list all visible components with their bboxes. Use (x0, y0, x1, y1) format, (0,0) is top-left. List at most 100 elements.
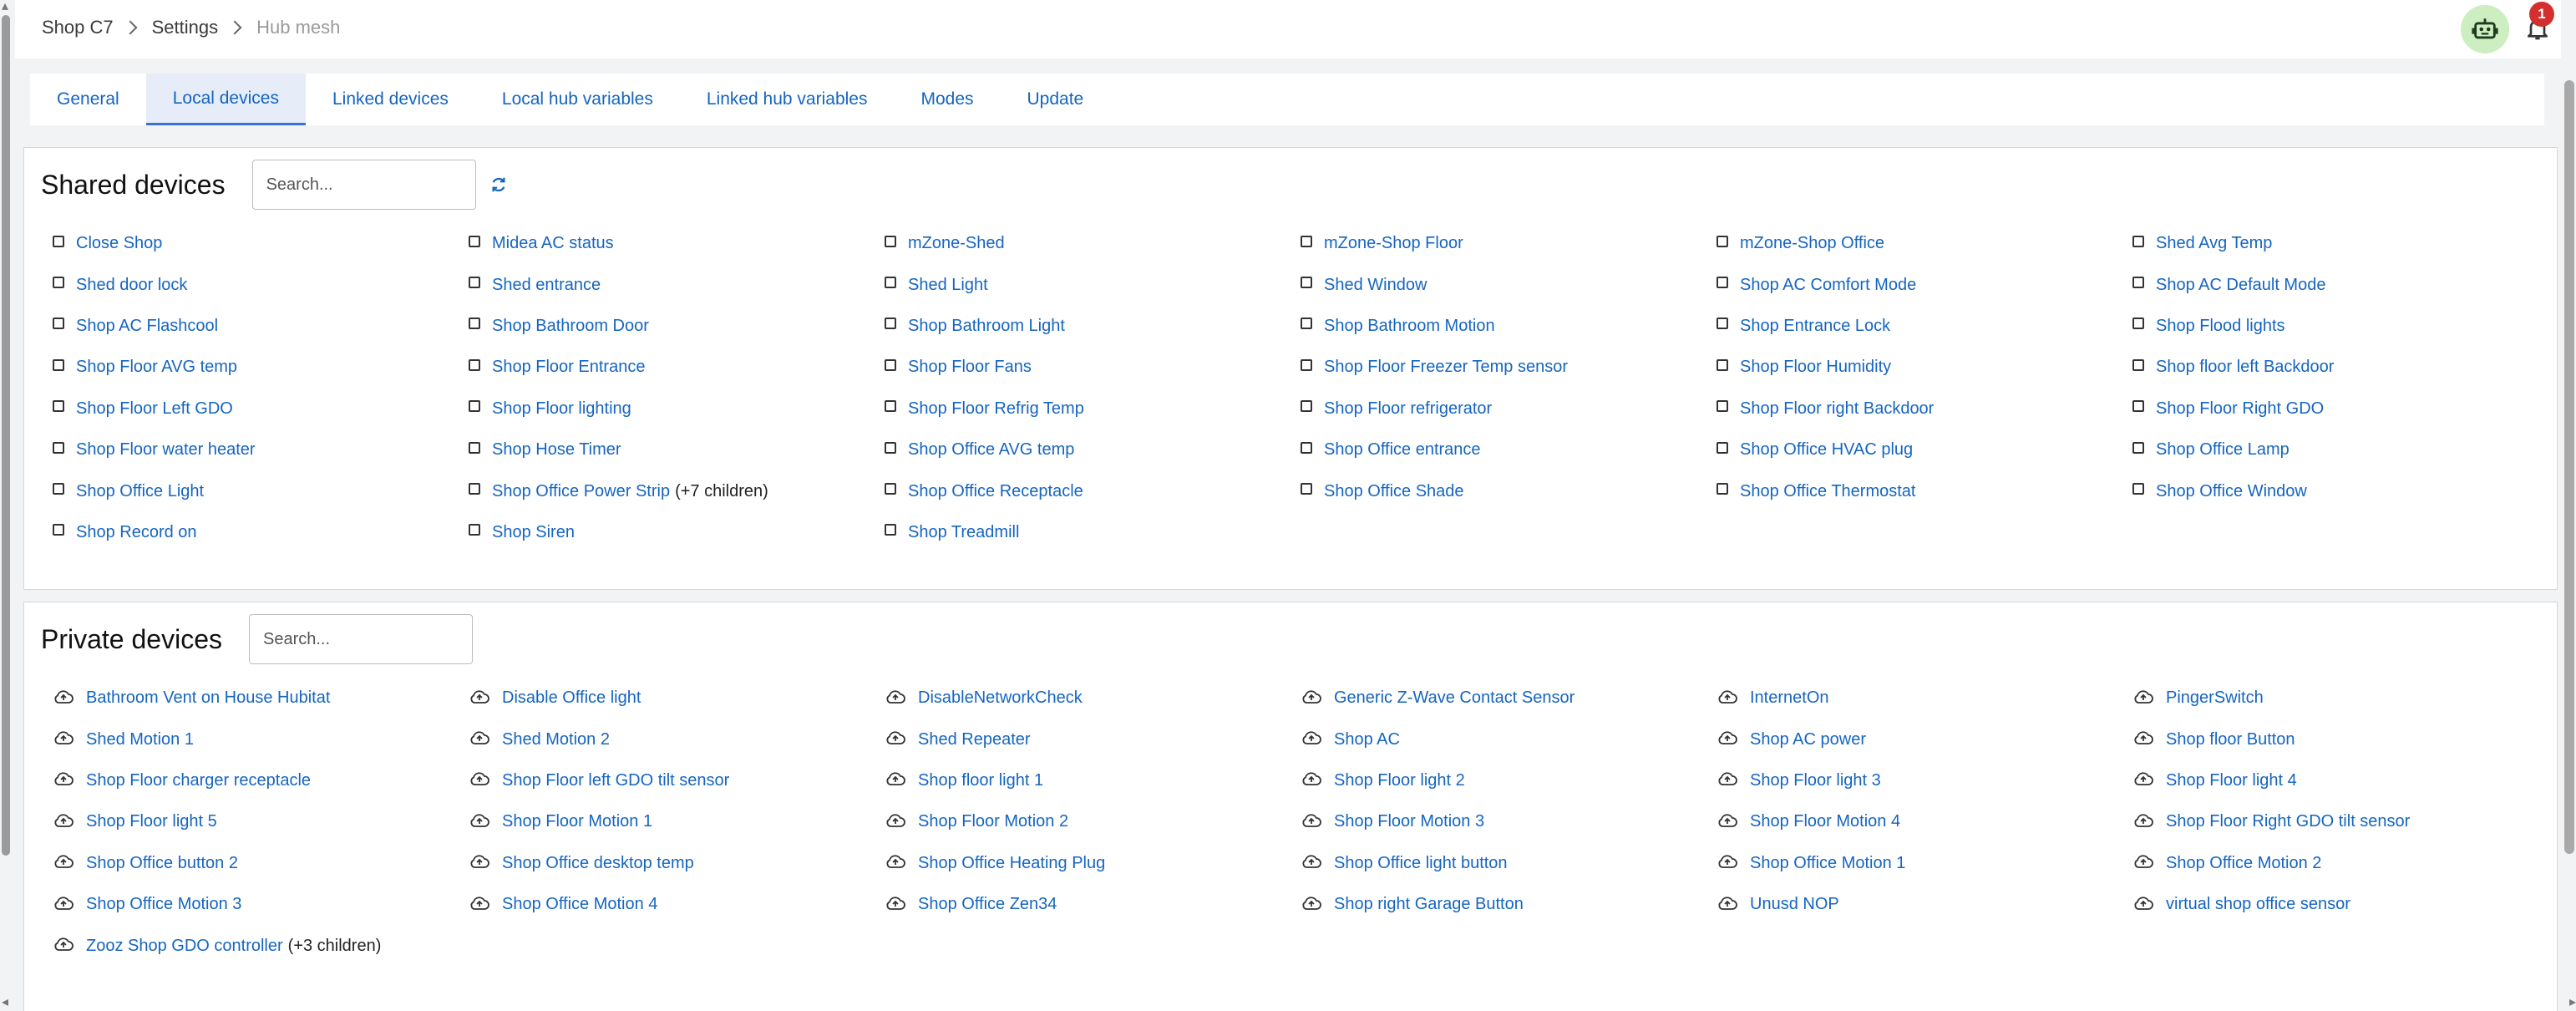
device-link[interactable]: Shop Office Receptacle (908, 482, 1083, 501)
cloud-upload-icon[interactable] (2132, 688, 2154, 705)
cloud-upload-icon[interactable] (469, 812, 490, 829)
cloud-upload-icon[interactable] (53, 895, 74, 912)
share-checkbox[interactable] (1716, 318, 1728, 330)
device-link[interactable]: Shop Office AVG temp (908, 440, 1074, 460)
cloud-upload-icon[interactable] (1716, 812, 1738, 829)
share-checkbox[interactable] (2132, 483, 2144, 495)
scroll-up-arrow-icon[interactable]: ▴ (2, 0, 8, 13)
device-link[interactable]: Shop Siren (492, 523, 575, 542)
private-devices-search-input[interactable] (248, 614, 473, 664)
cloud-upload-icon[interactable] (885, 895, 906, 912)
share-checkbox[interactable] (1301, 358, 1312, 371)
share-checkbox[interactable] (53, 441, 64, 454)
cloud-upload-icon[interactable] (1716, 688, 1738, 705)
device-link[interactable]: Shop Bathroom Door (492, 317, 649, 336)
tab-local-hub-variables[interactable]: Local hub variables (475, 74, 680, 125)
device-link[interactable]: Shop Floor light 3 (1750, 771, 1881, 790)
left-scrollbar[interactable] (2, 15, 10, 856)
tab-linked-hub-variables[interactable]: Linked hub variables (680, 74, 895, 125)
share-checkbox[interactable] (885, 524, 896, 536)
cloud-upload-icon[interactable] (2132, 853, 2154, 870)
share-checkbox[interactable] (53, 524, 64, 536)
share-checkbox[interactable] (885, 277, 896, 289)
device-link[interactable]: Shop Office Power Strip (492, 482, 670, 501)
device-link[interactable]: Shop Office entrance (1324, 440, 1481, 460)
cloud-upload-icon[interactable] (885, 770, 906, 787)
device-link[interactable]: Shed Window (1324, 276, 1427, 295)
cloud-upload-icon[interactable] (1716, 770, 1738, 787)
device-link[interactable]: Shop Flood lights (2156, 317, 2285, 336)
share-checkbox[interactable] (2132, 235, 2144, 247)
tab-update[interactable]: Update (1001, 74, 1111, 125)
cloud-upload-icon[interactable] (1301, 770, 1322, 787)
device-link[interactable]: Shed Repeater (918, 730, 1031, 749)
device-link[interactable]: Shop Floor right Backdoor (1740, 399, 1934, 419)
share-checkbox[interactable] (1716, 441, 1728, 454)
device-link[interactable]: Generic Z-Wave Contact Sensor (1334, 688, 1575, 708)
device-link[interactable]: Shop Floor lighting (492, 399, 631, 419)
device-link[interactable]: Shop Record on (76, 523, 197, 542)
device-link[interactable]: Shop Floor Humidity (1740, 358, 1891, 377)
device-link[interactable]: virtual shop office sensor (2166, 895, 2350, 914)
device-link[interactable]: Shop AC (1334, 730, 1400, 749)
cloud-upload-icon[interactable] (885, 812, 906, 829)
cloud-upload-icon[interactable] (1716, 853, 1738, 870)
share-checkbox[interactable] (53, 235, 64, 247)
share-checkbox[interactable] (53, 400, 64, 413)
tab-local-devices[interactable]: Local devices (145, 74, 306, 125)
device-link[interactable]: Shop Office Motion 1 (1750, 854, 1905, 873)
device-link[interactable]: Shop Floor AVG temp (76, 358, 237, 377)
share-checkbox[interactable] (1301, 483, 1312, 495)
share-checkbox[interactable] (469, 318, 480, 330)
device-link[interactable]: Bathroom Vent on House Hubitat (86, 688, 330, 708)
share-checkbox[interactable] (885, 235, 896, 247)
device-link[interactable]: Shop AC power (1750, 730, 1866, 749)
device-link[interactable]: Shop Office desktop temp (502, 854, 694, 873)
share-checkbox[interactable] (2132, 441, 2144, 454)
share-checkbox[interactable] (1716, 358, 1728, 371)
share-checkbox[interactable] (2132, 358, 2144, 371)
refresh-button[interactable] (489, 175, 510, 195)
cloud-upload-icon[interactable] (885, 729, 906, 746)
device-link[interactable]: Shop Floor Freezer Temp sensor (1324, 358, 1568, 377)
device-link[interactable]: Shop Office Shade (1324, 482, 1464, 501)
device-link[interactable]: Shop Office button 2 (86, 854, 238, 873)
device-link[interactable]: Shop Bathroom Motion (1324, 317, 1495, 336)
device-link[interactable]: Shop floor Button (2166, 730, 2295, 749)
device-link[interactable]: Shop Floor left GDO tilt sensor (502, 771, 729, 790)
device-link[interactable]: Shop Office Window (2156, 482, 2307, 501)
cloud-upload-icon[interactable] (885, 688, 906, 705)
device-link[interactable]: Shop AC Comfort Mode (1740, 276, 1916, 295)
device-link[interactable]: Shop Floor charger receptacle (86, 771, 311, 790)
device-link[interactable]: InternetOn (1750, 688, 1829, 708)
device-link[interactable]: Disable Office light (502, 688, 641, 708)
assistant-button[interactable] (2461, 5, 2509, 53)
cloud-upload-icon[interactable] (53, 812, 74, 829)
device-link[interactable]: Shop Entrance Lock (1740, 317, 1890, 336)
device-link[interactable]: Shop Floor Left GDO (76, 399, 233, 419)
share-checkbox[interactable] (1301, 277, 1312, 289)
device-link[interactable]: Shop Hose Timer (492, 440, 621, 460)
device-link[interactable]: Shed door lock (76, 276, 187, 295)
cloud-upload-icon[interactable] (469, 770, 490, 787)
share-checkbox[interactable] (1301, 318, 1312, 330)
share-checkbox[interactable] (53, 483, 64, 495)
device-link[interactable]: mZone-Shop Office (1740, 234, 1884, 253)
device-link[interactable]: Shop Treadmill (908, 523, 1019, 542)
device-link[interactable]: Zooz Shop GDO controller (86, 937, 283, 956)
cloud-upload-icon[interactable] (53, 936, 74, 953)
share-checkbox[interactable] (885, 358, 896, 371)
device-link[interactable]: Shop Floor refrigerator (1324, 399, 1492, 419)
share-checkbox[interactable] (469, 358, 480, 371)
share-checkbox[interactable] (1301, 235, 1312, 247)
device-link[interactable]: Shop Office Thermostat (1740, 482, 1915, 501)
device-link[interactable]: Shop AC Default Mode (2156, 276, 2325, 295)
device-link[interactable]: Shop Office Zen34 (918, 895, 1057, 914)
device-link[interactable]: Shop floor left Backdoor (2156, 358, 2334, 377)
share-checkbox[interactable] (2132, 277, 2144, 289)
share-checkbox[interactable] (885, 400, 896, 413)
cloud-upload-icon[interactable] (1716, 895, 1738, 912)
cloud-upload-icon[interactable] (469, 895, 490, 912)
share-checkbox[interactable] (469, 524, 480, 536)
share-checkbox[interactable] (53, 358, 64, 371)
